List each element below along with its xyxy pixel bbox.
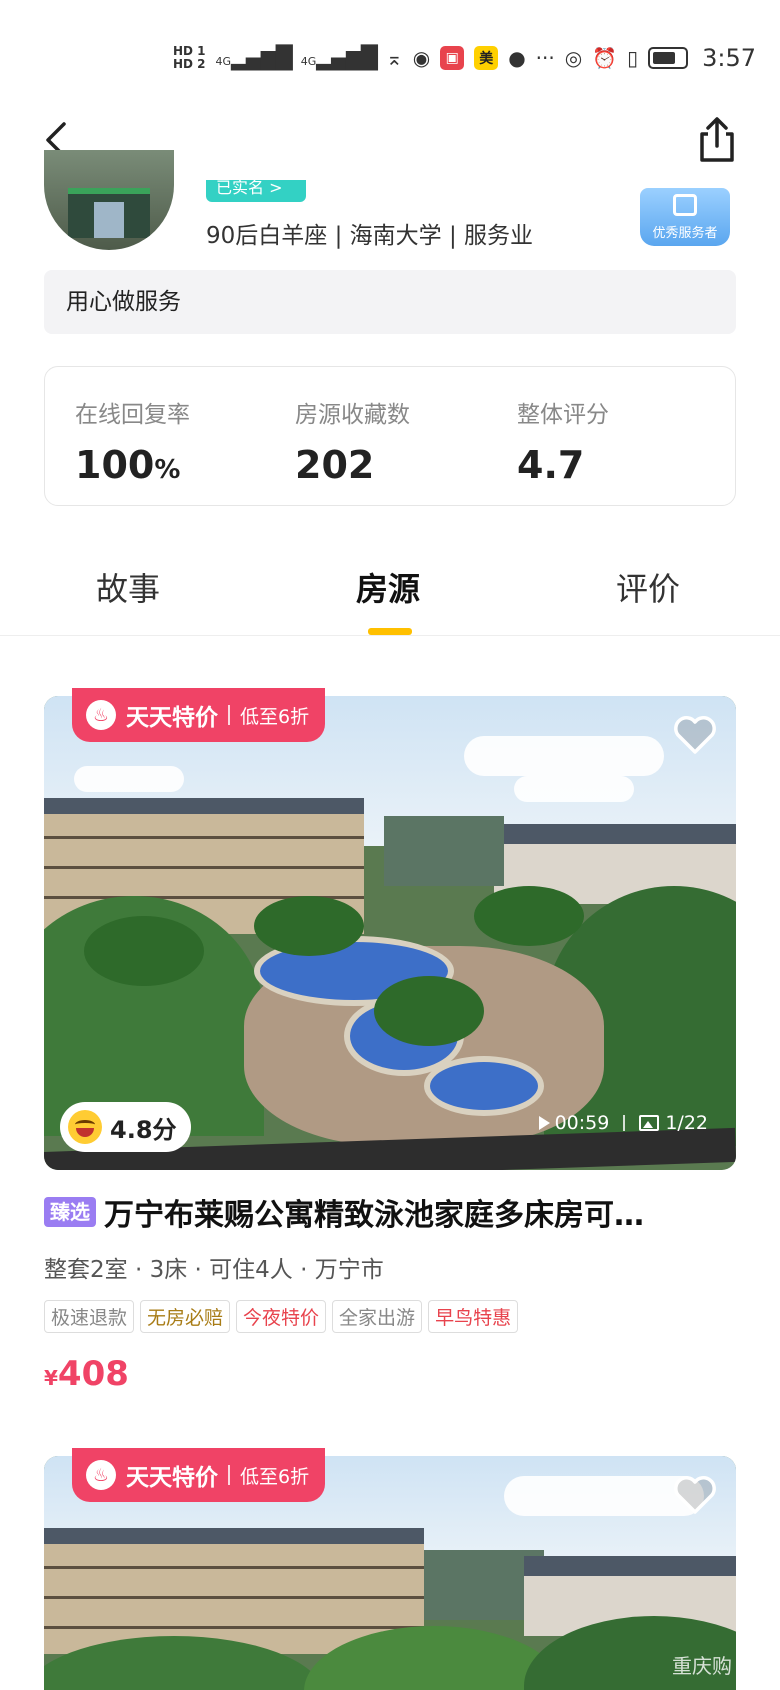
video-duration: 00:59	[554, 1112, 610, 1134]
listing-photo[interactable]: 4.8分 00:59 1/22	[44, 696, 736, 1170]
eye-icon: ◎	[564, 46, 583, 70]
stat-label: 房源收藏数	[295, 402, 410, 428]
avatar[interactable]	[44, 150, 174, 250]
battery-icon	[648, 47, 689, 69]
stat-overall-rating: 整体评分 4.7	[517, 395, 609, 487]
app-book-icon: ▣	[440, 46, 465, 70]
promo-subtitle: 低至6折	[240, 705, 310, 728]
heart-icon	[674, 716, 716, 754]
tab-reviews[interactable]: 评价	[616, 564, 680, 610]
shield-icon: ◉	[412, 46, 431, 70]
tab-bar: 故事 房源 评价	[0, 550, 780, 636]
listing-price: ¥408	[44, 1354, 129, 1394]
price-amount: 408	[57, 1354, 129, 1394]
promo-tag: ♨ 天天特价 低至6折	[72, 1448, 326, 1502]
stat-reply-rate: 在线回复率 100%	[75, 395, 190, 487]
hd2-label: HD 2	[173, 57, 206, 71]
watermark: 重庆购	[672, 1654, 732, 1678]
tab-story[interactable]: 故事	[96, 564, 160, 610]
listing-meta: 整套2室 · 3床 · 可住4人 · 万宁市	[44, 1257, 384, 1283]
more-icon: ···	[535, 46, 555, 70]
active-tab-indicator	[368, 628, 412, 635]
signal-icon-2: 4G▂▄▆█	[300, 45, 378, 71]
tag-fast-refund: 极速退款	[44, 1300, 135, 1333]
excellent-host-badge: 优秀服务者	[640, 188, 730, 246]
tag-tonight-deal: 今夜特价	[236, 1300, 327, 1333]
listing-card[interactable]: 重庆购 ♨ 天天特价 低至6折	[44, 1448, 736, 1690]
promo-title: 天天特价	[126, 705, 218, 731]
select-badge: 臻选	[44, 1197, 96, 1227]
signal-icon-1: 4G▂▄▆█	[215, 45, 293, 71]
app-meituan-icon: 美	[474, 46, 499, 70]
stat-unit: %	[154, 455, 181, 485]
fire-icon: ♨	[86, 1460, 116, 1490]
stat-label: 整体评分	[517, 402, 609, 428]
clock: 3:57	[702, 44, 756, 72]
promo-title: 天天特价	[126, 1465, 218, 1491]
house-heart-icon	[673, 194, 697, 216]
wifi-off-icon: ⌅	[385, 46, 403, 70]
chat-icon: ●	[508, 46, 526, 70]
favorite-button[interactable]	[672, 1474, 718, 1516]
tag-family-trip: 全家出游	[332, 1300, 423, 1333]
alarm-icon: ⏰	[592, 46, 618, 70]
fire-icon: ♨	[86, 700, 116, 730]
stat-value: 202	[295, 443, 375, 487]
host-badge-label: 优秀服务者	[652, 226, 718, 241]
price-currency: ¥	[44, 1366, 58, 1390]
hd-indicator: HD 1 HD 2	[173, 45, 206, 71]
tab-listings[interactable]: 房源	[356, 564, 420, 610]
stat-value: 4.7	[517, 443, 585, 487]
avatar-door	[94, 202, 124, 238]
listing-card[interactable]: 4.8分 00:59 1/22 ♨ 天天特价 低至6折 臻选 万宁布莱赐公寓精致…	[44, 688, 736, 1416]
rating-chip: 4.8分	[60, 1102, 191, 1152]
stat-label: 在线回复率	[75, 402, 190, 428]
tag-early-bird: 早鸟特惠	[428, 1300, 519, 1333]
stat-number: 100	[75, 443, 155, 487]
favorite-button[interactable]	[672, 714, 718, 756]
listing-tags: 极速退款 无房必赔 今夜特价 全家出游 早鸟特惠	[44, 1300, 519, 1333]
share-icon[interactable]	[694, 116, 740, 164]
promo-subtitle: 低至6折	[240, 1465, 310, 1488]
stat-value: 100%	[75, 443, 190, 487]
listing-title[interactable]: 臻选 万宁布莱赐公寓精致泳池家庭多床房可…	[44, 1190, 736, 1234]
status-bar: HD 1 HD 2 4G▂▄▆█ 4G▂▄▆█ ⌅ ◉ ▣ 美 ● ··· ◎ …	[0, 0, 780, 100]
host-info: 90后白羊座 | 海南大学 | 服务业	[206, 223, 534, 249]
laugh-emoji-icon	[68, 1110, 102, 1144]
play-icon	[538, 1116, 550, 1130]
stat-favorites: 房源收藏数 202	[295, 395, 410, 487]
host-motto: 用心做服务	[44, 270, 736, 334]
promo-tag: ♨ 天天特价 低至6折	[72, 688, 326, 742]
photo-count: 1/22	[665, 1112, 708, 1134]
verified-tag[interactable]: 已实名 >	[206, 180, 306, 202]
listing-title-text: 万宁布莱赐公寓精致泳池家庭多床房可…	[104, 1198, 644, 1233]
vibrate-icon: ▯	[627, 46, 639, 70]
tag-no-room-compensation: 无房必赔	[140, 1300, 231, 1333]
media-info[interactable]: 00:59 1/22	[538, 1112, 708, 1134]
heart-icon	[674, 1476, 716, 1514]
host-stats-card: 在线回复率 100% 房源收藏数 202 整体评分 4.7	[44, 366, 736, 506]
rating-value: 4.8分	[110, 1115, 177, 1144]
image-icon	[639, 1115, 660, 1131]
